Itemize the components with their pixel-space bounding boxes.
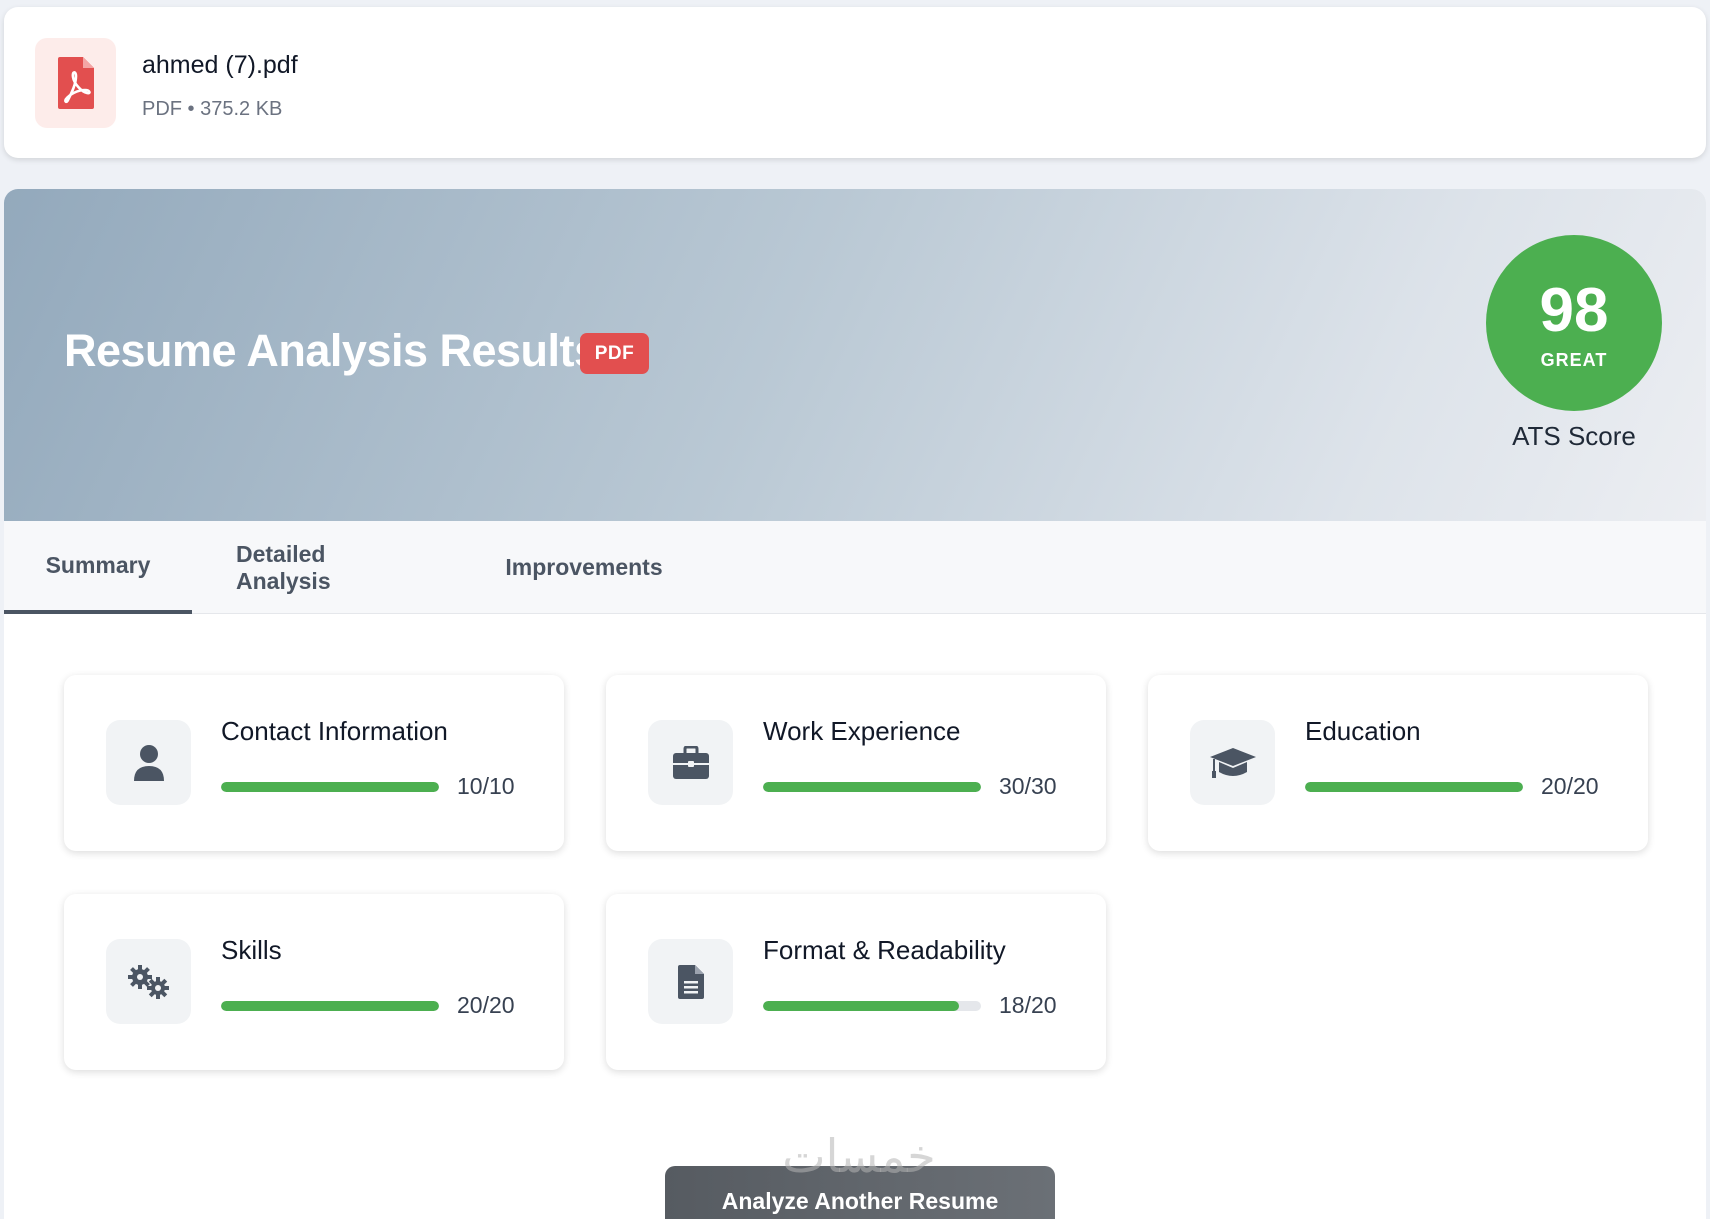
pdf-file-icon	[35, 38, 116, 128]
section-progress-fill	[221, 1001, 439, 1011]
ats-score-circle: 98 GREAT	[1486, 235, 1662, 411]
section-card-format-readability: Format & Readability 18/20	[606, 894, 1106, 1070]
briefcase-icon	[648, 720, 733, 805]
section-progress-fill	[763, 1001, 960, 1011]
section-title: Education	[1305, 716, 1421, 746]
ats-score-grade: GREAT	[1540, 349, 1608, 370]
section-title: Skills	[221, 935, 282, 965]
section-title: Contact Information	[221, 716, 448, 746]
results-panel: Resume Analysis Results PDF 98 GREAT ATS…	[4, 189, 1706, 1219]
tab-summary[interactable]: Summary	[4, 521, 192, 614]
section-card-education: Education 20/20	[1148, 675, 1648, 851]
section-card-work-experience: Work Experience 30/30	[606, 675, 1106, 851]
section-progress-fill	[221, 782, 439, 792]
section-progress-bar	[1305, 782, 1523, 792]
section-score: 18/20	[999, 992, 1057, 1018]
section-score: 10/10	[457, 773, 515, 799]
section-score: 30/30	[999, 773, 1057, 799]
section-card-skills: Skills 20/20	[64, 894, 564, 1070]
results-header: Resume Analysis Results PDF 98 GREAT ATS…	[4, 189, 1706, 521]
section-score: 20/20	[457, 992, 515, 1018]
ats-score-value: 98	[1539, 275, 1609, 345]
section-title: Format & Readability	[763, 935, 1006, 965]
gears-icon	[106, 939, 191, 1024]
format-badge: PDF	[580, 333, 649, 374]
watermark: خمسات	[782, 1129, 936, 1183]
section-progress-bar	[763, 1001, 981, 1011]
ats-score-caption: ATS Score	[1512, 421, 1636, 451]
document-icon	[648, 939, 733, 1024]
file-meta: PDF • 375.2 KB	[142, 98, 283, 120]
section-card-contact-information: Contact Information 10/10	[64, 675, 564, 851]
section-progress-bar	[763, 782, 981, 792]
section-title: Work Experience	[763, 716, 961, 746]
section-progress-bar	[221, 1001, 439, 1011]
graduation-cap-icon	[1190, 720, 1275, 805]
file-card: ahmed (7).pdf PDF • 375.2 KB	[4, 7, 1706, 158]
section-progress-bar	[221, 782, 439, 792]
page-title: Resume Analysis Results	[64, 325, 599, 376]
tab-detailed-analysis[interactable]: Detailed Analysis	[236, 521, 424, 614]
section-progress-fill	[763, 782, 981, 792]
section-score: 20/20	[1541, 773, 1599, 799]
file-name: ahmed (7).pdf	[142, 51, 298, 79]
user-icon	[106, 720, 191, 805]
results-tabs: Summary Detailed Analysis Improvements	[4, 521, 1706, 614]
section-progress-fill	[1305, 782, 1523, 792]
tab-improvements[interactable]: Improvements	[504, 521, 664, 614]
